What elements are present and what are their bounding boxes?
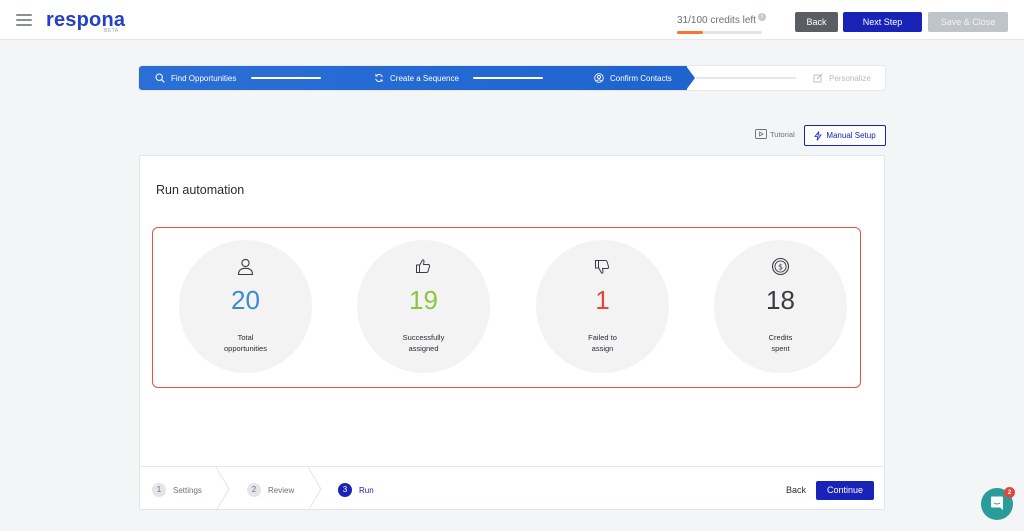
continue-button[interactable]: Continue: [816, 481, 874, 500]
next-step-button[interactable]: Next Step: [843, 12, 922, 32]
stat-value: 1: [595, 285, 610, 315]
wizard-step-review[interactable]: 2 Review: [247, 483, 294, 497]
step-connector: [251, 77, 321, 79]
step-label: Create a Sequence: [390, 73, 459, 83]
stat-label-line2: opportunities: [224, 344, 267, 353]
user-icon: [594, 73, 604, 83]
manual-setup-button[interactable]: Manual Setup: [804, 125, 886, 146]
stats-highlight-box: 20 Total opportunities 19 Successfully a…: [152, 227, 861, 388]
step-label: Find Opportunities: [171, 73, 237, 83]
stat-value: 20: [231, 285, 260, 315]
wizard-step-label: Settings: [173, 485, 202, 495]
wizard-step-label: Run: [359, 485, 374, 495]
stat-label-line1: Failed to: [588, 333, 617, 342]
stat-label-line2: assigned: [408, 344, 439, 353]
user-icon: [237, 258, 254, 276]
refresh-icon: [375, 74, 383, 82]
wizard-step-run[interactable]: 3 Run: [338, 483, 374, 497]
wizard-step-number: 1: [152, 483, 166, 497]
edit-icon: [813, 73, 823, 83]
lightning-icon: [814, 130, 823, 141]
manual-setup-label: Manual Setup: [826, 131, 876, 140]
stat-credits-spent: $ 18 Credits spent: [714, 240, 847, 373]
chevron-right-icon: [308, 467, 322, 511]
search-icon: [155, 73, 165, 83]
card-title: Run automation: [156, 183, 245, 197]
coin-icon: $: [771, 257, 790, 276]
svg-text:$: $: [778, 263, 783, 272]
stat-failed-to-assign: 1 Failed to assign: [536, 240, 669, 373]
wizard-step-label: Review: [268, 485, 295, 495]
stat-label-line2: assign: [591, 344, 614, 353]
thumbs-down-icon: [595, 260, 610, 274]
notification-badge: 2: [1004, 487, 1015, 498]
stat-value: 19: [409, 285, 438, 315]
hamburger-icon[interactable]: [16, 14, 32, 26]
video-play-icon: [755, 129, 767, 139]
thumbs-up-icon: [416, 259, 431, 273]
step-label: Personalize: [829, 73, 871, 83]
stat-successfully-assigned: 19 Successfully assigned: [357, 240, 490, 373]
footer-back-button[interactable]: Back: [786, 485, 806, 495]
stat-label: Total opportunities: [195, 332, 296, 354]
info-icon[interactable]: i: [758, 13, 766, 21]
stat-label: Successfully assigned: [373, 332, 474, 354]
stat-label: Failed to assign: [552, 332, 653, 354]
run-automation-card: Run automation 20 Total opportunities 19…: [139, 155, 885, 511]
top-bar: respona BETA 31/100 credits left i Back …: [0, 0, 1024, 40]
stat-label-line1: Total: [237, 333, 254, 342]
credits-progress-fill: [677, 31, 704, 34]
chevron-right-icon: [216, 467, 230, 511]
back-button[interactable]: Back: [795, 12, 838, 32]
wizard-step-number: 2: [247, 483, 261, 497]
stat-label-line2: spent: [771, 344, 790, 353]
wizard-footer: 1 Settings 2 Review 3 Run Back Continue: [140, 466, 884, 511]
campaign-progress-steps: Find Opportunities Create a Sequence Con…: [139, 66, 885, 90]
stat-label: Credits spent: [730, 332, 831, 354]
stat-label-line1: Credits: [768, 333, 793, 342]
step-confirm-contacts[interactable]: Confirm Contacts: [594, 66, 672, 90]
credits-progress-bar: [677, 31, 762, 34]
step-label: Confirm Contacts: [610, 73, 672, 83]
steps-arrow: [686, 66, 695, 90]
tutorial-link[interactable]: Tutorial: [755, 129, 795, 139]
tutorial-label: Tutorial: [770, 129, 795, 139]
stat-total-opportunities: 20 Total opportunities: [179, 240, 312, 373]
stat-value: 18: [766, 285, 795, 315]
wizard-step-number: 3: [338, 483, 352, 497]
step-find-opportunities[interactable]: Find Opportunities: [155, 66, 236, 90]
step-connector: [473, 77, 543, 79]
wizard-step-settings[interactable]: 1 Settings: [152, 483, 202, 497]
beta-badge: BETA: [104, 28, 119, 34]
step-personalize[interactable]: Personalize: [813, 66, 871, 90]
save-close-button[interactable]: Save & Close: [928, 12, 1008, 32]
step-connector: [696, 77, 796, 79]
step-create-sequence[interactable]: Create a Sequence: [374, 66, 459, 90]
credits-left-text: 31/100 credits left: [677, 15, 756, 26]
stat-label-line1: Successfully: [402, 333, 445, 342]
chat-icon: [991, 496, 1003, 510]
